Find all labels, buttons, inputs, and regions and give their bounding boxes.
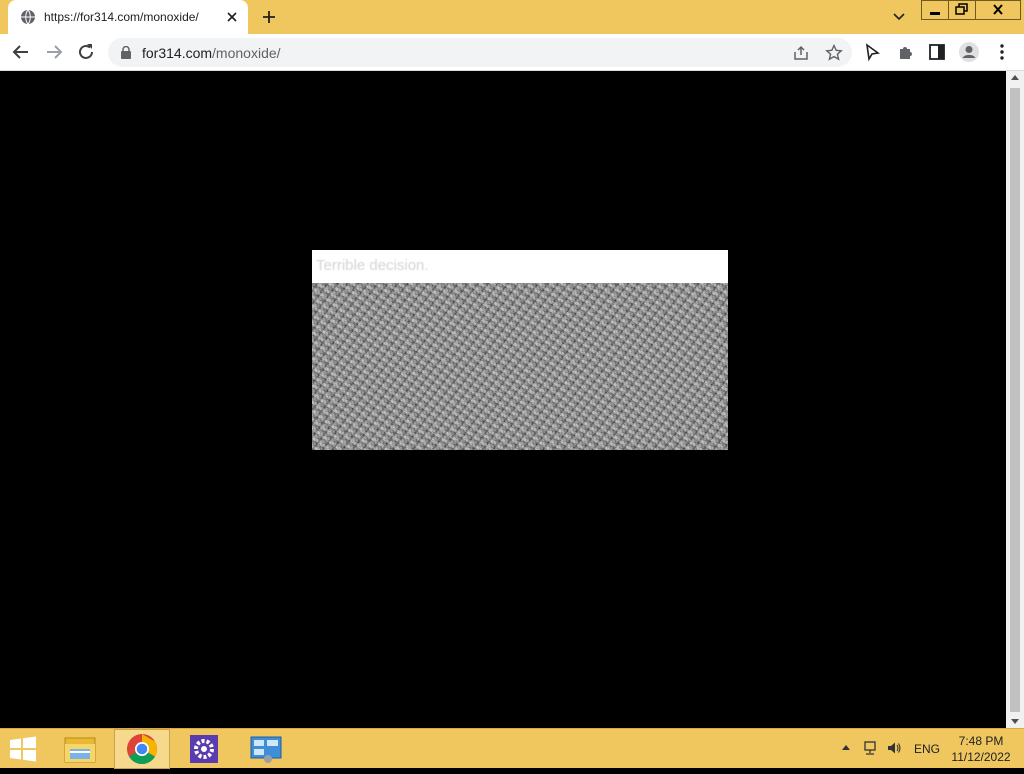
share-icon[interactable] [791,43,811,63]
vertical-scrollbar[interactable] [1006,71,1024,728]
close-tab-icon[interactable] [223,8,241,26]
popup-title: Terrible decision. [316,257,429,274]
reload-icon[interactable] [74,40,98,64]
close-icon [993,4,1003,15]
show-hidden-icons-icon[interactable] [842,745,850,750]
taskbar-file-explorer[interactable] [52,729,108,769]
browser-toolbar: for314.com/monoxide/ [0,34,1024,71]
browser-tab[interactable]: https://for314.com/monoxide/ [8,0,248,34]
forward-arrow-icon[interactable] [42,40,66,64]
globe-icon [21,9,35,25]
windows-start-icon[interactable] [8,736,38,762]
browser-titlebar: https://for314.com/monoxide/ [0,0,1024,34]
close-window-button[interactable] [975,0,1021,20]
side-panel-icon[interactable] [926,41,948,63]
chrome-icon [127,734,158,765]
kebab-menu-icon[interactable] [991,41,1013,63]
clock-date[interactable]: 11/12/2022 [950,750,1012,764]
new-tab-button[interactable] [258,6,280,28]
chevron-down-icon[interactable] [889,8,909,26]
cursor-extension-icon[interactable] [861,41,883,63]
popup-window: Terrible decision. [312,250,728,450]
taskbar-chrome[interactable] [114,729,170,769]
tab-title: https://for314.com/monoxide/ [44,10,199,24]
extensions-puzzle-icon[interactable] [895,41,917,63]
scroll-up-arrow-icon[interactable] [1011,75,1019,80]
scrollbar-thumb[interactable] [1010,88,1020,712]
url-path: /monoxide/ [212,45,281,61]
input-language[interactable]: ENG [914,742,940,756]
restore-icon [955,3,968,15]
minimize-icon [930,12,940,15]
profile-avatar-icon[interactable] [958,41,980,63]
static-noise-image [312,283,728,450]
taskbar: ENG 7:48 PM 11/12/2022 [0,728,1024,769]
volume-icon[interactable] [886,740,902,756]
bookmark-star-icon[interactable] [824,43,844,63]
control-panel-icon [250,736,282,763]
restore-button[interactable] [948,0,976,20]
folder-icon [64,737,96,763]
url-domain: for314.com [142,45,213,61]
address-bar[interactable]: for314.com/monoxide/ [108,38,852,67]
taskbar-settings[interactable] [176,729,232,769]
lock-icon[interactable] [120,46,132,59]
gear-icon [190,735,218,763]
scroll-down-arrow-icon[interactable] [1011,719,1019,724]
clock-time[interactable]: 7:48 PM [950,734,1012,748]
taskbar-control-panel[interactable] [238,729,294,769]
address-url[interactable]: for314.com/monoxide/ [142,45,281,61]
network-icon[interactable] [862,740,878,756]
page-content: Terrible decision. [0,71,1006,728]
back-arrow-icon[interactable] [9,40,33,64]
minimize-button[interactable] [921,0,949,20]
